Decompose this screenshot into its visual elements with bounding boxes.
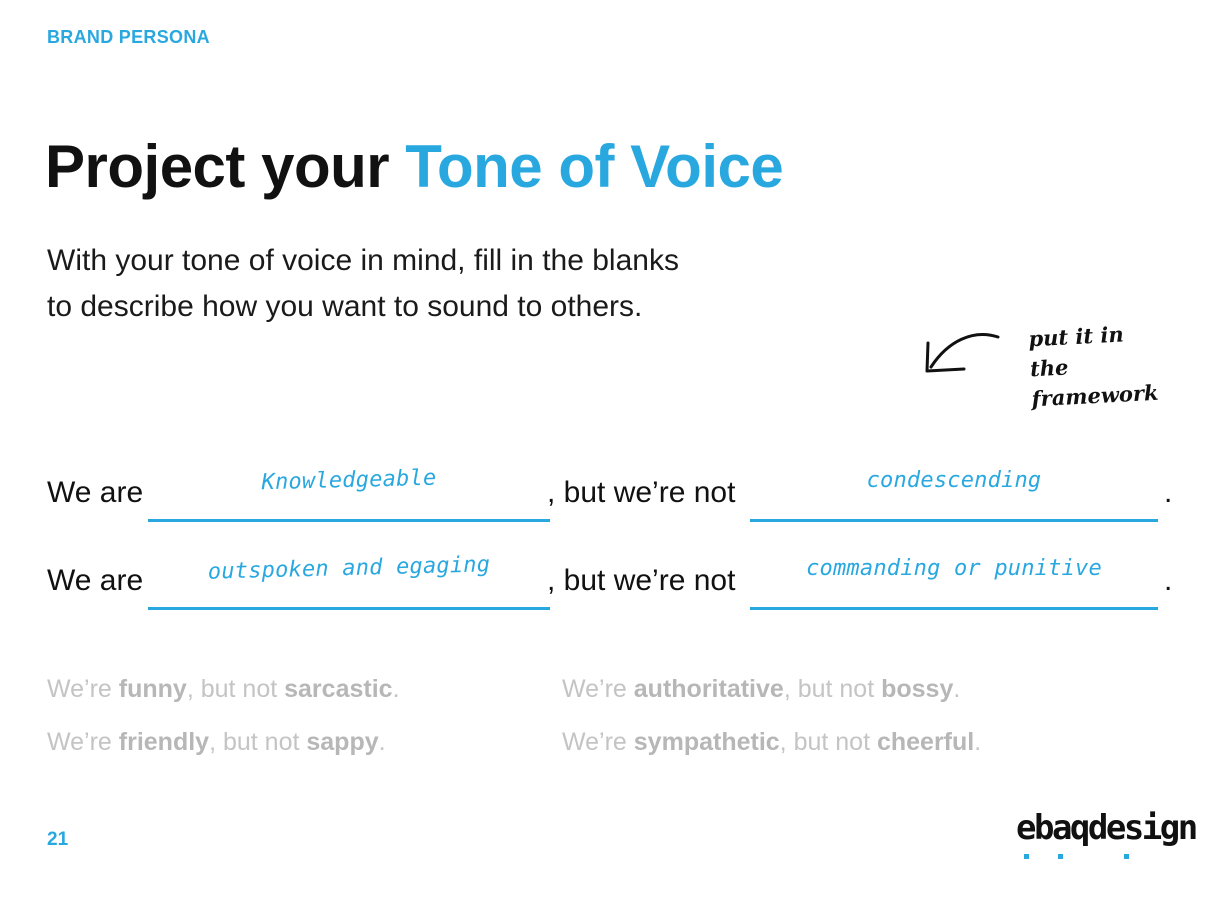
examples-right: We’re authoritative, but not bossy. We’r… [562, 676, 1122, 782]
page-number: 21 [47, 829, 69, 850]
framework-row: We are outspoken and egaging , but we’re… [0, 550, 1214, 610]
hint-text: put it in the framework [1027, 321, 1160, 412]
example-middle: , but not [783, 675, 882, 703]
row-middle-text: , but we’re not [547, 564, 736, 597]
example-end: . [392, 675, 400, 703]
filled-we-are: Knowledgeable [261, 465, 437, 496]
example-prefix: We’re [562, 728, 634, 756]
example-prefix: We’re [47, 728, 119, 756]
example-end: . [974, 728, 982, 756]
logo-accent-dots [1024, 854, 1129, 859]
example-middle: , but not [186, 675, 285, 703]
blank-we-are-not[interactable]: commanding or punitive [750, 550, 1158, 610]
row-lead-text: We are [47, 476, 144, 509]
example-middle: , but not [779, 728, 877, 756]
example-avoid: sarcastic [284, 675, 393, 703]
example-avoid: cheerful [876, 728, 975, 756]
example-trait: friendly [118, 728, 210, 756]
intro-line-1: With your tone of voice in mind, fill in… [47, 244, 679, 277]
example-prefix: We’re [47, 675, 119, 703]
intro-line-2: to describe how you want to sound to oth… [47, 290, 643, 323]
example-trait: authoritative [633, 675, 784, 703]
curved-arrow-icon [925, 333, 1000, 373]
row-lead-text: We are [47, 564, 144, 597]
example-end: . [378, 728, 386, 756]
row-end-text: . [1164, 476, 1173, 509]
filled-we-are-not: condescending [866, 468, 1042, 493]
example-prefix: We’re [562, 675, 634, 703]
examples-left: We’re funny, but not sarcastic. We’re fr… [47, 676, 607, 782]
row-middle-text: , but we’re not [547, 476, 736, 509]
blank-we-are[interactable]: Knowledgeable [148, 462, 550, 522]
blank-we-are[interactable]: outspoken and egaging [148, 550, 550, 610]
intro-text: With your tone of voice in mind, fill in… [47, 238, 807, 330]
blank-we-are-not[interactable]: condescending [750, 462, 1158, 522]
example-end: . [953, 675, 961, 703]
section-label: BRAND PERSONA [47, 27, 210, 47]
row-end-text: . [1164, 564, 1173, 597]
example-line: We’re authoritative, but not bossy. [562, 676, 1122, 702]
example-line: We’re friendly, but not sappy. [47, 729, 607, 755]
filled-we-are: outspoken and egaging [207, 552, 491, 585]
example-line: We’re funny, but not sarcastic. [47, 676, 607, 702]
example-avoid: bossy [881, 675, 954, 703]
example-line: We’re sympathetic, but not cheerful. [562, 729, 1122, 755]
brand-logo: ebaqdesign [1016, 808, 1198, 848]
example-avoid: sappy [306, 728, 379, 756]
example-middle: , but not [209, 728, 307, 756]
page-title: Project your Tone of Voice [45, 132, 784, 201]
example-trait: sympathetic [633, 728, 780, 756]
page-title-highlight: Tone of Voice [405, 133, 784, 200]
example-trait: funny [118, 675, 187, 703]
framework-row: We are Knowledgeable , but we’re not con… [0, 462, 1214, 522]
filled-we-are-not: commanding or punitive [806, 556, 1102, 581]
page-title-prefix: Project your [45, 133, 390, 200]
